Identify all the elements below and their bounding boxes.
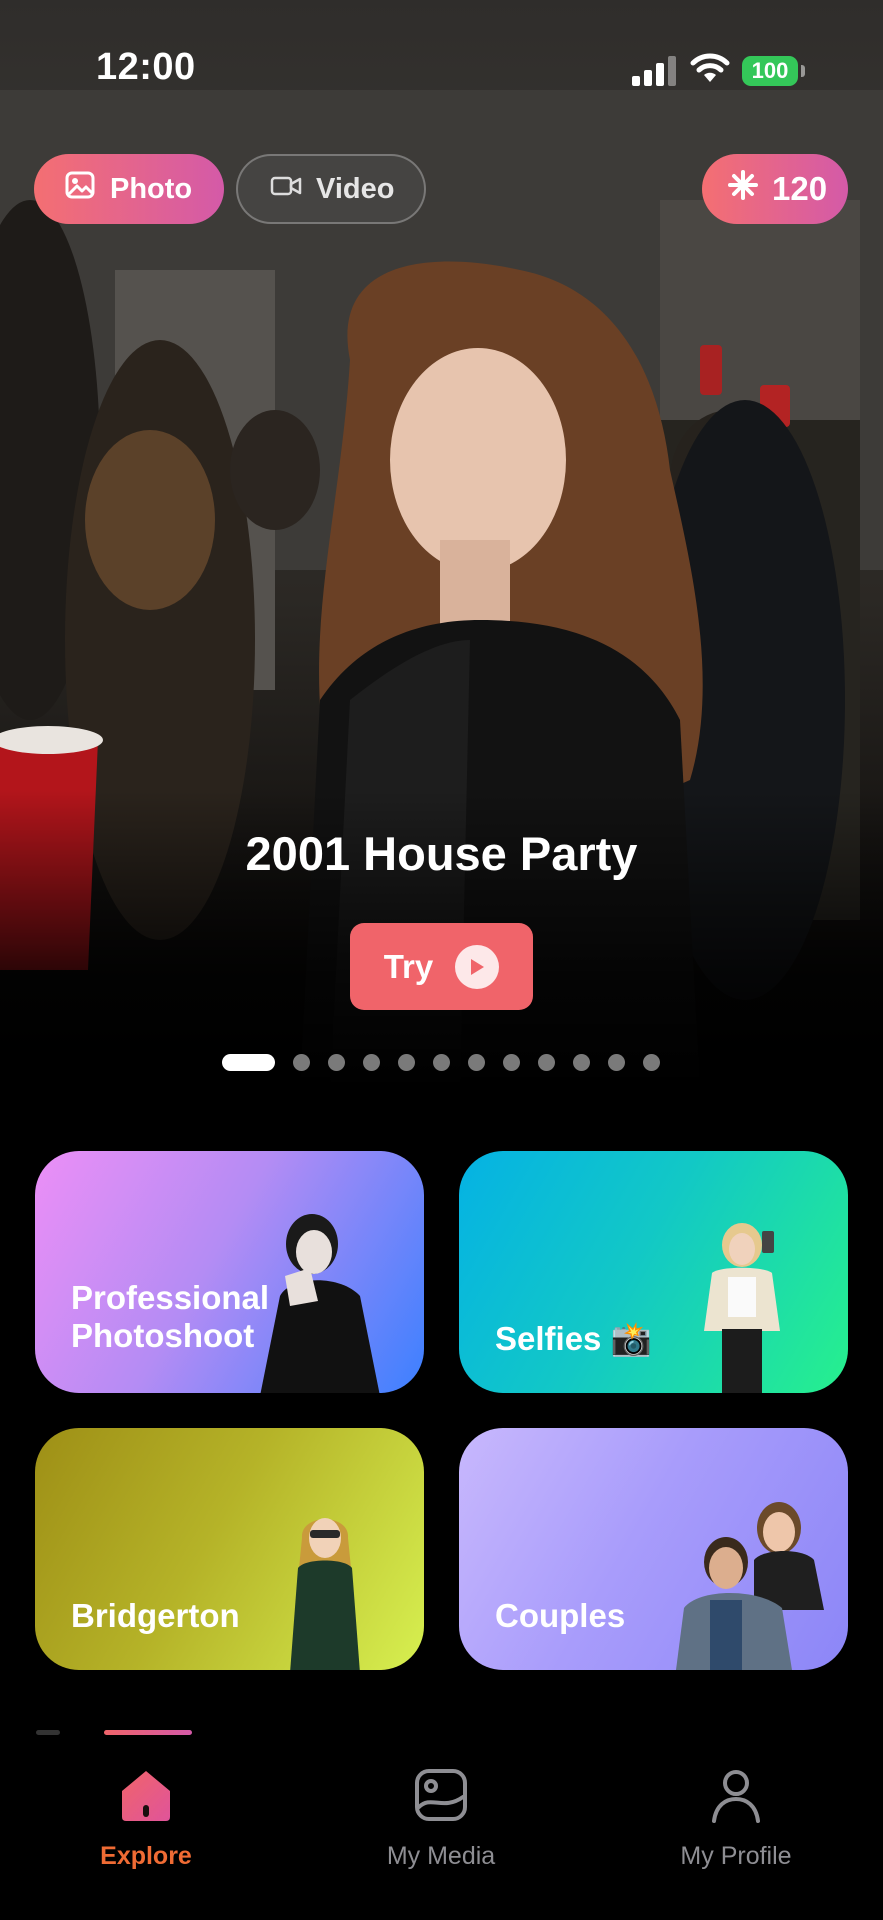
carousel-dot[interactable] (328, 1054, 345, 1071)
carousel-dot[interactable] (398, 1054, 415, 1071)
category-label: Couples (495, 1597, 626, 1634)
category-label: Selfies 📸 (495, 1320, 652, 1357)
carousel-dot[interactable] (433, 1054, 450, 1071)
bridgerton-thumbnail (290, 1518, 360, 1670)
hero-title: 2001 House Party (245, 827, 638, 880)
wifi-icon (690, 53, 730, 82)
home-icon (36, 1760, 256, 1830)
credits-count: 120 (772, 170, 828, 207)
carousel-pager[interactable] (222, 1054, 678, 1072)
try-label: Try (383, 947, 434, 985)
status-bar: 12:00 100 (0, 0, 883, 140)
profile-icon (626, 1760, 846, 1830)
cellular-signal-icon (632, 56, 676, 86)
carousel-dot[interactable] (293, 1054, 310, 1071)
status-time: 12:00 (96, 46, 196, 88)
carousel-dot-active[interactable] (222, 1054, 275, 1071)
selfies-thumbnail (704, 1223, 780, 1393)
section-indicator-line (36, 1730, 60, 1735)
try-button[interactable]: Try (350, 923, 533, 1010)
carousel-dot[interactable] (468, 1054, 485, 1071)
carousel-dot[interactable] (643, 1054, 660, 1071)
bottom-tab-bar: Explore My Media My Profile (0, 1740, 883, 1920)
section-indicator-active (104, 1730, 192, 1735)
tab-label: My Media (386, 1842, 496, 1870)
carousel-dot[interactable] (573, 1054, 590, 1071)
tab-my-profile[interactable]: My Profile (626, 1760, 846, 1871)
carousel-dot[interactable] (363, 1054, 380, 1071)
tab-my-media[interactable]: My Media (331, 1760, 551, 1871)
tab-label: My Profile (680, 1842, 792, 1870)
tab-explore[interactable]: Explore (36, 1760, 256, 1871)
hero-banner[interactable]: 12:00 100 Photo Video 120 2001 House Par… (0, 0, 883, 1090)
category-card-couples[interactable]: Couples (459, 1428, 848, 1670)
video-mode-label: Video (316, 172, 395, 205)
video-mode-button[interactable]: Video (236, 154, 426, 224)
sparkle-icon (728, 170, 758, 208)
video-camera-icon (270, 173, 302, 206)
category-card-bridgerton[interactable]: Bridgerton (35, 1428, 424, 1670)
category-label: Bridgerton (71, 1597, 240, 1634)
photo-icon (64, 170, 96, 208)
category-card-professional-photoshoot[interactable]: Professional Photoshoot (35, 1151, 424, 1393)
photo-mode-label: Photo (110, 172, 193, 205)
category-card-selfies[interactable]: Selfies 📸 (459, 1151, 848, 1393)
battery-tip (801, 65, 805, 77)
carousel-dot[interactable] (608, 1054, 625, 1071)
category-label: Professional Photoshoot (71, 1279, 270, 1354)
couples-thumbnail (676, 1502, 824, 1670)
gallery-icon (331, 1760, 551, 1830)
carousel-dot[interactable] (538, 1054, 555, 1071)
credits-button[interactable]: 120 (702, 154, 848, 224)
carousel-dot[interactable] (503, 1054, 520, 1071)
tab-label: Explore (100, 1842, 192, 1870)
play-icon (455, 944, 500, 989)
battery-indicator: 100 (742, 56, 798, 86)
photo-mode-button[interactable]: Photo (34, 154, 224, 224)
